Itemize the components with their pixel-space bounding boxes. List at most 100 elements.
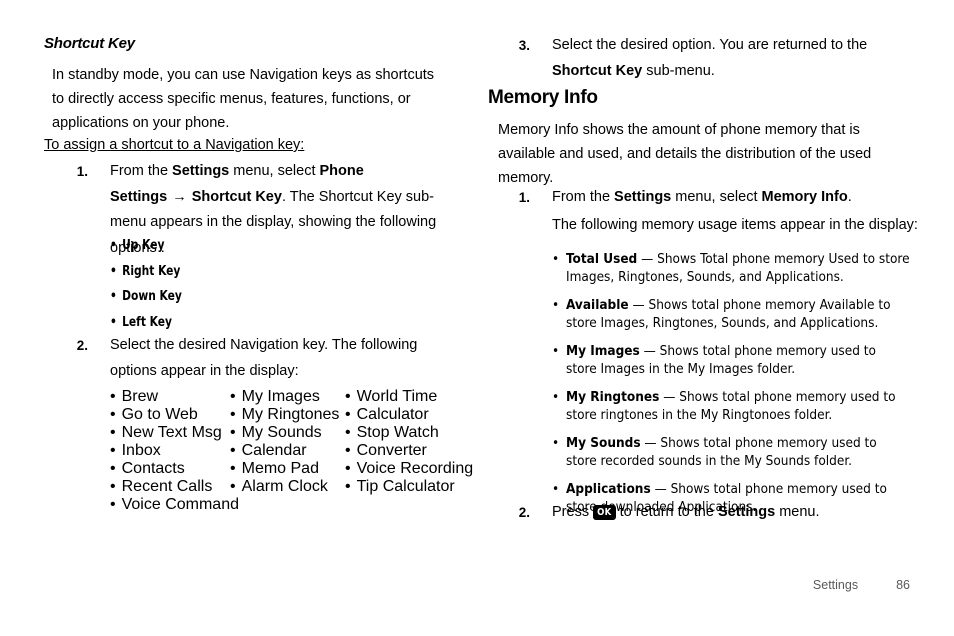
step-3-text-part2: sub-menu.: [642, 62, 715, 79]
em-dash-glyph: —: [643, 343, 656, 359]
list-item: • Voice Command: [110, 496, 239, 514]
bullet-icon: •: [110, 442, 116, 459]
list-item: • Recent Calls: [110, 478, 239, 496]
option-label: Calculator: [356, 406, 429, 423]
navigation-options-grid: • Brew • Go to Web • New Text Msg • Inbox • C…: [110, 388, 510, 558]
bullet-icon: •: [110, 313, 117, 330]
definition-term: Available: [566, 297, 629, 313]
step-3-shortcut: 3. Select the desired option. You are re…: [504, 33, 910, 84]
bullet-icon: •: [230, 406, 236, 423]
bullet-icon: •: [230, 388, 236, 405]
definition-term: My Ringtones: [566, 389, 660, 405]
memory-step-1-part1: From the: [552, 189, 615, 205]
bullet-icon: •: [345, 424, 351, 441]
step-2-number: 2.: [76, 338, 88, 353]
bullet-icon: •: [552, 251, 560, 267]
step-2-shortcut: 2. Select the desired Navigation key. Th…: [62, 333, 462, 384]
bullet-icon: •: [345, 442, 351, 459]
definition-dash: —: [637, 251, 657, 267]
list-item: • Down Key: [110, 284, 400, 310]
list-item: • Calendar: [230, 442, 339, 460]
list-item: • Memo Pad: [230, 460, 339, 478]
option-label: Memo Pad: [241, 460, 319, 477]
list-item: • Total Used — Shows Total phone memory U…: [552, 251, 910, 286]
em-dash-glyph: —: [632, 297, 645, 313]
left-column: Shortcut Key In standby mode, you can us…: [44, 0, 473, 636]
list-item: • My Images: [230, 388, 339, 406]
step-1-bold-shortcut-key: Shortcut Key: [191, 188, 282, 205]
option-label: My Ringtones: [241, 406, 340, 423]
option-label: Voice Command: [121, 496, 239, 513]
option-label: Go to Web: [121, 406, 198, 423]
list-item: • My Images — Shows total phone memory us…: [552, 343, 910, 378]
bullet-icon: •: [110, 406, 116, 423]
bullet-icon: •: [110, 288, 117, 304]
option-label: New Text Msg: [121, 424, 222, 441]
option-label: Up Key: [122, 237, 165, 253]
memory-step-2-bold-settings: Settings: [717, 504, 776, 520]
ok-key-icon: OK: [593, 505, 616, 520]
option-label: Tip Calculator: [356, 478, 455, 495]
list-item: • Available — Shows total phone memory Av…: [552, 297, 910, 332]
option-label: Right Key: [122, 262, 181, 279]
definition-dash: —: [659, 389, 679, 405]
memory-step-2-text: Press OK to return to the Settings menu.: [552, 500, 904, 526]
definition-dash: —: [651, 481, 671, 497]
definition-dash: —: [640, 343, 660, 359]
list-item: • My Sounds: [230, 424, 339, 442]
memory-step-2-part3: menu.: [775, 504, 820, 520]
options-column-1: • Brew • Go to Web • New Text Msg • Inbox • C…: [110, 388, 239, 514]
list-item: • Stop Watch: [345, 424, 473, 442]
page-footer: Settings 86: [490, 578, 910, 592]
em-dash-glyph: —: [663, 389, 676, 405]
definition-dash: —: [629, 297, 649, 313]
bullet-icon: •: [230, 442, 236, 459]
footer-page-number: 86: [896, 578, 910, 592]
bullet-icon: •: [345, 478, 351, 495]
memory-info-intro-paragraph: Memory Info shows the amount of phone me…: [498, 122, 872, 186]
bullet-icon: •: [345, 388, 351, 405]
option-label: Down Key: [122, 288, 182, 304]
bullet-icon: •: [110, 496, 116, 513]
memory-step-2-number: 2.: [518, 505, 530, 520]
option-label: My Images: [241, 388, 320, 405]
list-item: • Calculator: [345, 406, 473, 424]
step-1-text-part2: menu, select: [229, 163, 320, 179]
options-column-3: • World Time • Calculator • Stop Watch • Con…: [345, 388, 473, 496]
memory-step-1-part3: .: [847, 189, 852, 205]
list-item: • Contacts: [110, 460, 239, 478]
bullet-icon: •: [110, 460, 116, 477]
option-label: Inbox: [121, 442, 161, 459]
list-item: • My Ringtones: [230, 406, 339, 424]
list-item: • Voice Recording: [345, 460, 473, 478]
em-dash-glyph: —: [644, 435, 657, 451]
option-label: World Time: [356, 388, 438, 405]
step-1-number: 1.: [76, 164, 88, 179]
bullet-icon: •: [110, 424, 116, 441]
bullet-icon: •: [110, 388, 116, 405]
list-item: • Inbox: [110, 442, 239, 460]
definition-term: Total Used: [566, 251, 638, 267]
step-1-bold-settings: Settings: [172, 163, 230, 179]
list-item: • Brew: [110, 388, 239, 406]
bullet-icon: •: [230, 478, 236, 495]
memory-substep-text: The following memory usage items appear …: [552, 217, 918, 233]
bullet-icon: •: [110, 237, 117, 253]
definition-dash: —: [641, 435, 661, 451]
step-3-number: 3.: [518, 38, 530, 53]
right-column: 3. Select the desired option. You are re…: [488, 0, 918, 636]
memory-step-2-part1: Press: [552, 504, 594, 520]
bullet-icon: •: [552, 343, 560, 359]
option-label: Calendar: [241, 442, 307, 459]
step-3-text-part1: Select the desired option. You are retur…: [552, 37, 868, 53]
section-heading-shortcut-key: Shortcut Key: [44, 35, 135, 52]
bullet-icon: •: [345, 460, 351, 477]
footer-section-name: Settings: [812, 578, 859, 592]
bullet-icon: •: [110, 478, 116, 495]
option-label: Left Key: [122, 313, 172, 330]
option-label: Alarm Clock: [241, 478, 328, 495]
list-item: • New Text Msg: [110, 424, 239, 442]
shortcut-key-intro-paragraph: In standby mode, you can use Navigation …: [52, 67, 435, 131]
option-label: Recent Calls: [121, 478, 213, 495]
list-item: • Right Key: [110, 259, 400, 285]
